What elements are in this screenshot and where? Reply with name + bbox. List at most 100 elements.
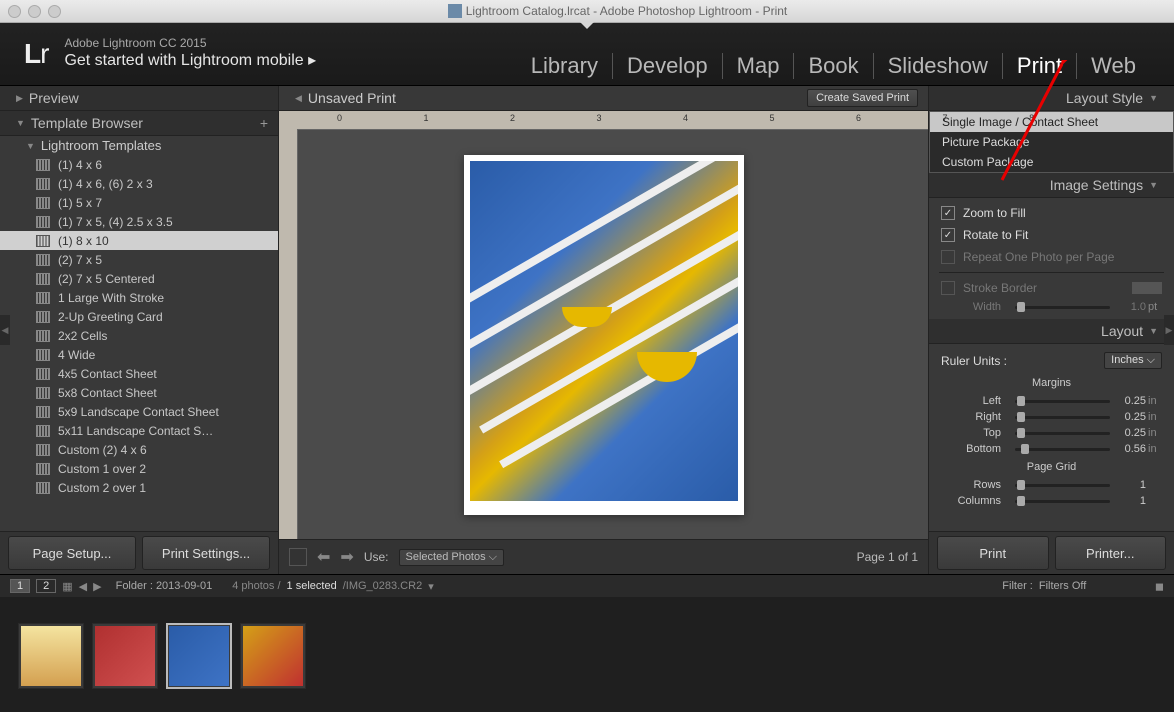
mobile-link[interactable]: Get started with Lightroom mobile [64, 52, 303, 69]
template-icon [36, 387, 50, 399]
jump-fwd-icon[interactable]: ▶ [93, 580, 101, 593]
grid-view-icon[interactable]: ▦ [62, 580, 72, 593]
filter-label: Filter : [1002, 580, 1033, 592]
stroke-border-checkbox[interactable]: Stroke Border [929, 277, 1174, 299]
chevron-down-icon: ▼ [1149, 326, 1158, 336]
template-item[interactable]: 5x8 Contact Sheet [0, 383, 278, 402]
margin-left-slider[interactable] [1015, 400, 1110, 403]
module-book[interactable]: Book [794, 53, 873, 79]
chevron-down-icon[interactable]: ▾ [428, 580, 434, 593]
thumbnail-strip[interactable] [0, 597, 1174, 712]
template-item[interactable]: 4 Wide [0, 345, 278, 364]
minimize-window-button[interactable] [28, 5, 41, 18]
layout-style-custom[interactable]: Custom Package [930, 152, 1173, 172]
use-select[interactable]: Selected Photos ⌵ [399, 549, 505, 566]
chevron-down-icon: ▼ [16, 118, 25, 128]
rows-slider[interactable] [1015, 484, 1110, 487]
prev-page-button[interactable]: ⬅ [317, 547, 330, 567]
module-print[interactable]: Print [1003, 53, 1077, 79]
template-folder[interactable]: ▼Lightroom Templates [0, 136, 278, 155]
template-item[interactable]: 1 Large With Stroke [0, 288, 278, 307]
chevron-down-icon: ▼ [26, 141, 35, 151]
module-map[interactable]: Map [723, 53, 795, 79]
margin-top-slider[interactable] [1015, 432, 1110, 435]
app-icon [448, 4, 462, 18]
template-item[interactable]: Custom 1 over 2 [0, 459, 278, 478]
module-develop[interactable]: Develop [613, 53, 723, 79]
thumbnail-selected[interactable] [166, 623, 232, 689]
page-grid-title: Page Grid [929, 457, 1174, 477]
print-settings-button[interactable]: Print Settings... [142, 536, 270, 570]
primary-display-button[interactable]: 1 [10, 579, 30, 593]
template-icon [36, 349, 50, 361]
template-item[interactable]: (1) 4 x 6, (6) 2 x 3 [0, 174, 278, 193]
filter-lock-icon[interactable]: ◼ [1155, 580, 1164, 593]
template-item[interactable]: (2) 7 x 5 [0, 250, 278, 269]
layout-style-header[interactable]: Layout Style▼ [929, 86, 1174, 111]
module-web[interactable]: Web [1077, 53, 1150, 79]
zoom-window-button[interactable] [48, 5, 61, 18]
rotate-to-fit-checkbox[interactable]: ✓Rotate to Fit [929, 224, 1174, 246]
template-item[interactable]: 4x5 Contact Sheet [0, 364, 278, 383]
thumbnail[interactable] [92, 623, 158, 689]
thumbnail[interactable] [240, 623, 306, 689]
page-setup-button[interactable]: Page Setup... [8, 536, 136, 570]
jump-back-icon[interactable]: ◀ [79, 580, 87, 593]
template-item[interactable]: (2) 7 x 5 Centered [0, 269, 278, 288]
window-title: Lightroom Catalog.lrcat - Adobe Photosho… [466, 4, 788, 18]
template-icon [36, 482, 50, 494]
folder-label[interactable]: Folder : 2013-09-01 [116, 580, 213, 592]
version-label: Adobe Lightroom CC 2015 [64, 36, 316, 52]
stroke-color-swatch[interactable] [1132, 282, 1162, 294]
template-item[interactable]: Custom 2 over 1 [0, 478, 278, 497]
right-panel-collapse[interactable]: ▶ [1164, 315, 1174, 345]
stroke-width-slider[interactable] [1015, 306, 1110, 309]
template-item[interactable]: 2-Up Greeting Card [0, 307, 278, 326]
panel-collapse-arrow-top[interactable] [580, 22, 594, 29]
template-item[interactable]: Custom (2) 4 x 6 [0, 440, 278, 459]
ruler-units-select[interactable]: Inches ⌵ [1104, 352, 1162, 369]
left-panel: ▶Preview ▼Template Browser+ ▼Lightroom T… [0, 86, 279, 574]
template-icon [36, 235, 50, 247]
template-icon [36, 330, 50, 342]
layout-style-picture[interactable]: Picture Package [930, 132, 1173, 152]
close-window-button[interactable] [8, 5, 21, 18]
template-icon [36, 273, 50, 285]
repeat-photo-checkbox[interactable]: Repeat One Photo per Page [929, 246, 1174, 268]
zoom-to-fill-checkbox[interactable]: ✓Zoom to Fill [929, 202, 1174, 224]
template-icon [36, 254, 50, 266]
module-library[interactable]: Library [517, 53, 613, 79]
print-photo[interactable] [470, 161, 738, 501]
filter-select[interactable]: Filters Off [1039, 580, 1149, 592]
columns-slider[interactable] [1015, 500, 1110, 503]
template-item[interactable]: (1) 4 x 6 [0, 155, 278, 174]
template-item[interactable]: 2x2 Cells [0, 326, 278, 345]
template-item[interactable]: 5x11 Landscape Contact S… [0, 421, 278, 440]
margin-right-slider[interactable] [1015, 416, 1110, 419]
template-item[interactable]: (1) 5 x 7 [0, 193, 278, 212]
template-icon [36, 159, 50, 171]
layout-header[interactable]: Layout▼ [929, 319, 1174, 344]
template-icon [36, 292, 50, 304]
select-all-checkbox[interactable] [289, 548, 307, 566]
add-template-button[interactable]: + [260, 115, 268, 131]
preview-panel-header[interactable]: ▶Preview [0, 86, 278, 111]
create-saved-print-button[interactable]: Create Saved Print [807, 89, 918, 107]
print-page[interactable] [464, 155, 744, 515]
template-item[interactable]: 5x9 Landscape Contact Sheet [0, 402, 278, 421]
left-panel-collapse[interactable]: ◀ [0, 315, 10, 345]
print-canvas[interactable] [279, 111, 928, 539]
print-button[interactable]: Print [937, 536, 1049, 570]
template-item-selected[interactable]: (1) 8 x 10 [0, 231, 278, 250]
margin-bottom-slider[interactable] [1015, 448, 1110, 451]
image-settings-header[interactable]: Image Settings▼ [929, 173, 1174, 198]
printer-button[interactable]: Printer... [1055, 536, 1167, 570]
thumbnail[interactable] [18, 623, 84, 689]
next-page-button[interactable]: ➡ [340, 547, 353, 567]
ruler-vertical [279, 129, 298, 539]
template-browser-header[interactable]: ▼Template Browser+ [0, 111, 278, 136]
template-item[interactable]: (1) 7 x 5, (4) 2.5 x 3.5 [0, 212, 278, 231]
template-icon [36, 444, 50, 456]
module-slideshow[interactable]: Slideshow [874, 53, 1003, 79]
secondary-display-button[interactable]: 2 [36, 579, 56, 593]
